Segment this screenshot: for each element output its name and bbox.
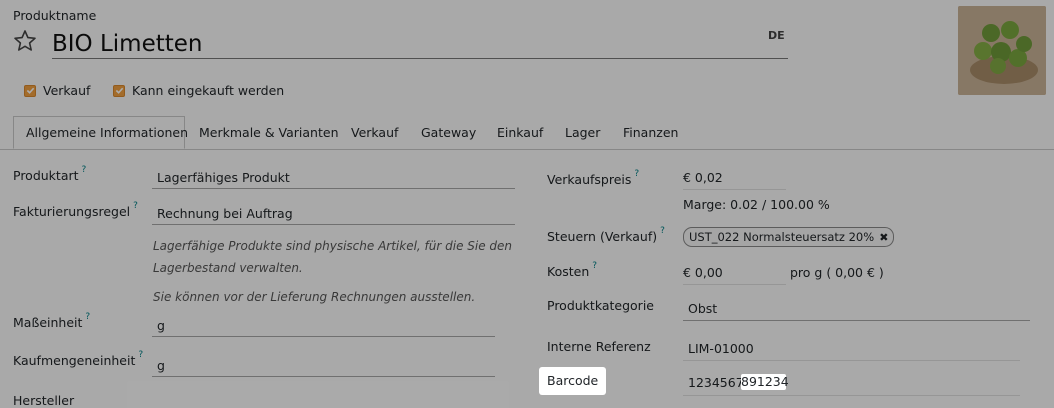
hersteller-label: Hersteller — [13, 393, 75, 408]
masseinheit-label: Maßeinheit? — [13, 312, 91, 330]
fakturierungsregel-select[interactable]: Rechnung bei Auftrag — [152, 202, 515, 225]
favorite-star-icon[interactable] — [13, 29, 37, 57]
produktkategorie-label: Produktkategorie — [547, 298, 654, 313]
checkbox-kann-eingekauft[interactable]: Kann eingekauft werden — [113, 83, 284, 98]
checkbox-kann-eingekauft-label: Kann eingekauft werden — [132, 83, 285, 98]
steuern-tag[interactable]: UST_022 Normalsteuersatz 20% ✖ — [683, 227, 895, 247]
tab-allgemeine-informationen[interactable]: Allgemeine Informationen — [26, 117, 188, 149]
tab-finanzen[interactable]: Finanzen — [623, 117, 678, 149]
fakturierungsregel-label: Fakturierungsregel? — [13, 201, 138, 219]
kaufmengeneinheit-value: g — [157, 358, 165, 373]
tab-gateway[interactable]: Gateway — [421, 117, 476, 149]
masseinheit-select[interactable]: g — [152, 314, 495, 337]
verkaufspreis-label: Verkaufspreis? — [547, 169, 640, 187]
kosten-label: Kosten? — [547, 261, 598, 279]
checkbox-verkauf[interactable]: Verkauf — [24, 83, 90, 98]
interne-referenz-value: LIM-01000 — [688, 341, 754, 356]
kaufmengeneinheit-select[interactable]: g — [152, 354, 495, 377]
tab-verkauf[interactable]: Verkauf — [351, 117, 398, 149]
kaufmengeneinheit-label: Kaufmengeneinheit? — [13, 350, 144, 368]
tabs-divider — [0, 149, 1054, 150]
fakturierungsregel-value: Rechnung bei Auftrag — [157, 206, 293, 221]
steuern-label: Steuern (Verkauf)? — [547, 226, 665, 244]
tab-lager[interactable]: Lager — [565, 117, 600, 149]
remove-tag-icon[interactable]: ✖ — [879, 231, 888, 244]
verkaufspreis-value: € 0,02 — [683, 170, 723, 185]
product-name-value: BIO Limetten — [52, 31, 203, 57]
checkbox-checked-icon — [113, 84, 125, 97]
produktart-hint: Lagerfähige Produkte sind physische Arti… — [153, 239, 513, 275]
kosten-value: € 0,00 — [683, 265, 723, 280]
barcode-label: Barcode — [539, 367, 606, 395]
fakturierung-hint: Sie können vor der Lieferung Rechnungen … — [153, 290, 476, 304]
tab-merkmale-varianten[interactable]: Merkmale & Varianten — [199, 117, 339, 149]
product-name-label: Produktname — [13, 8, 97, 23]
produktart-select[interactable]: Lagerfähiges Produkt — [152, 166, 515, 189]
barcode-value-part-b[interactable]: 891234 — [741, 374, 789, 390]
checkbox-checked-icon — [24, 84, 36, 97]
kosten-unit: pro g ( 0,00 € ) — [790, 265, 884, 280]
kosten-field[interactable]: € 0,00 — [683, 262, 786, 285]
product-name-field[interactable]: BIO Limetten — [52, 30, 788, 59]
produktkategorie-select[interactable]: Obst — [683, 297, 1030, 321]
product-image[interactable] — [958, 6, 1046, 95]
marge-text: Marge: 0.02 / 100.00 % — [683, 197, 830, 212]
barcode-value-part-a: 1234567 — [688, 375, 744, 390]
checkbox-verkauf-label: Verkauf — [43, 83, 91, 98]
verkaufspreis-field[interactable]: € 0,02 — [683, 167, 786, 190]
interne-referenz-field[interactable]: LIM-01000 — [683, 338, 1020, 361]
produktkategorie-value: Obst — [688, 301, 718, 316]
produktart-label: Produktart? — [13, 165, 87, 183]
language-badge[interactable]: DE — [768, 29, 785, 42]
steuern-tag-label: UST_022 Normalsteuersatz 20% — [689, 230, 875, 244]
tab-einkauf[interactable]: Einkauf — [497, 117, 543, 149]
produktart-value: Lagerfähiges Produkt — [157, 170, 290, 185]
barcode-field[interactable]: 1234567 — [683, 373, 1020, 396]
masseinheit-value: g — [157, 318, 165, 333]
interne-referenz-label: Interne Referenz — [547, 339, 651, 354]
